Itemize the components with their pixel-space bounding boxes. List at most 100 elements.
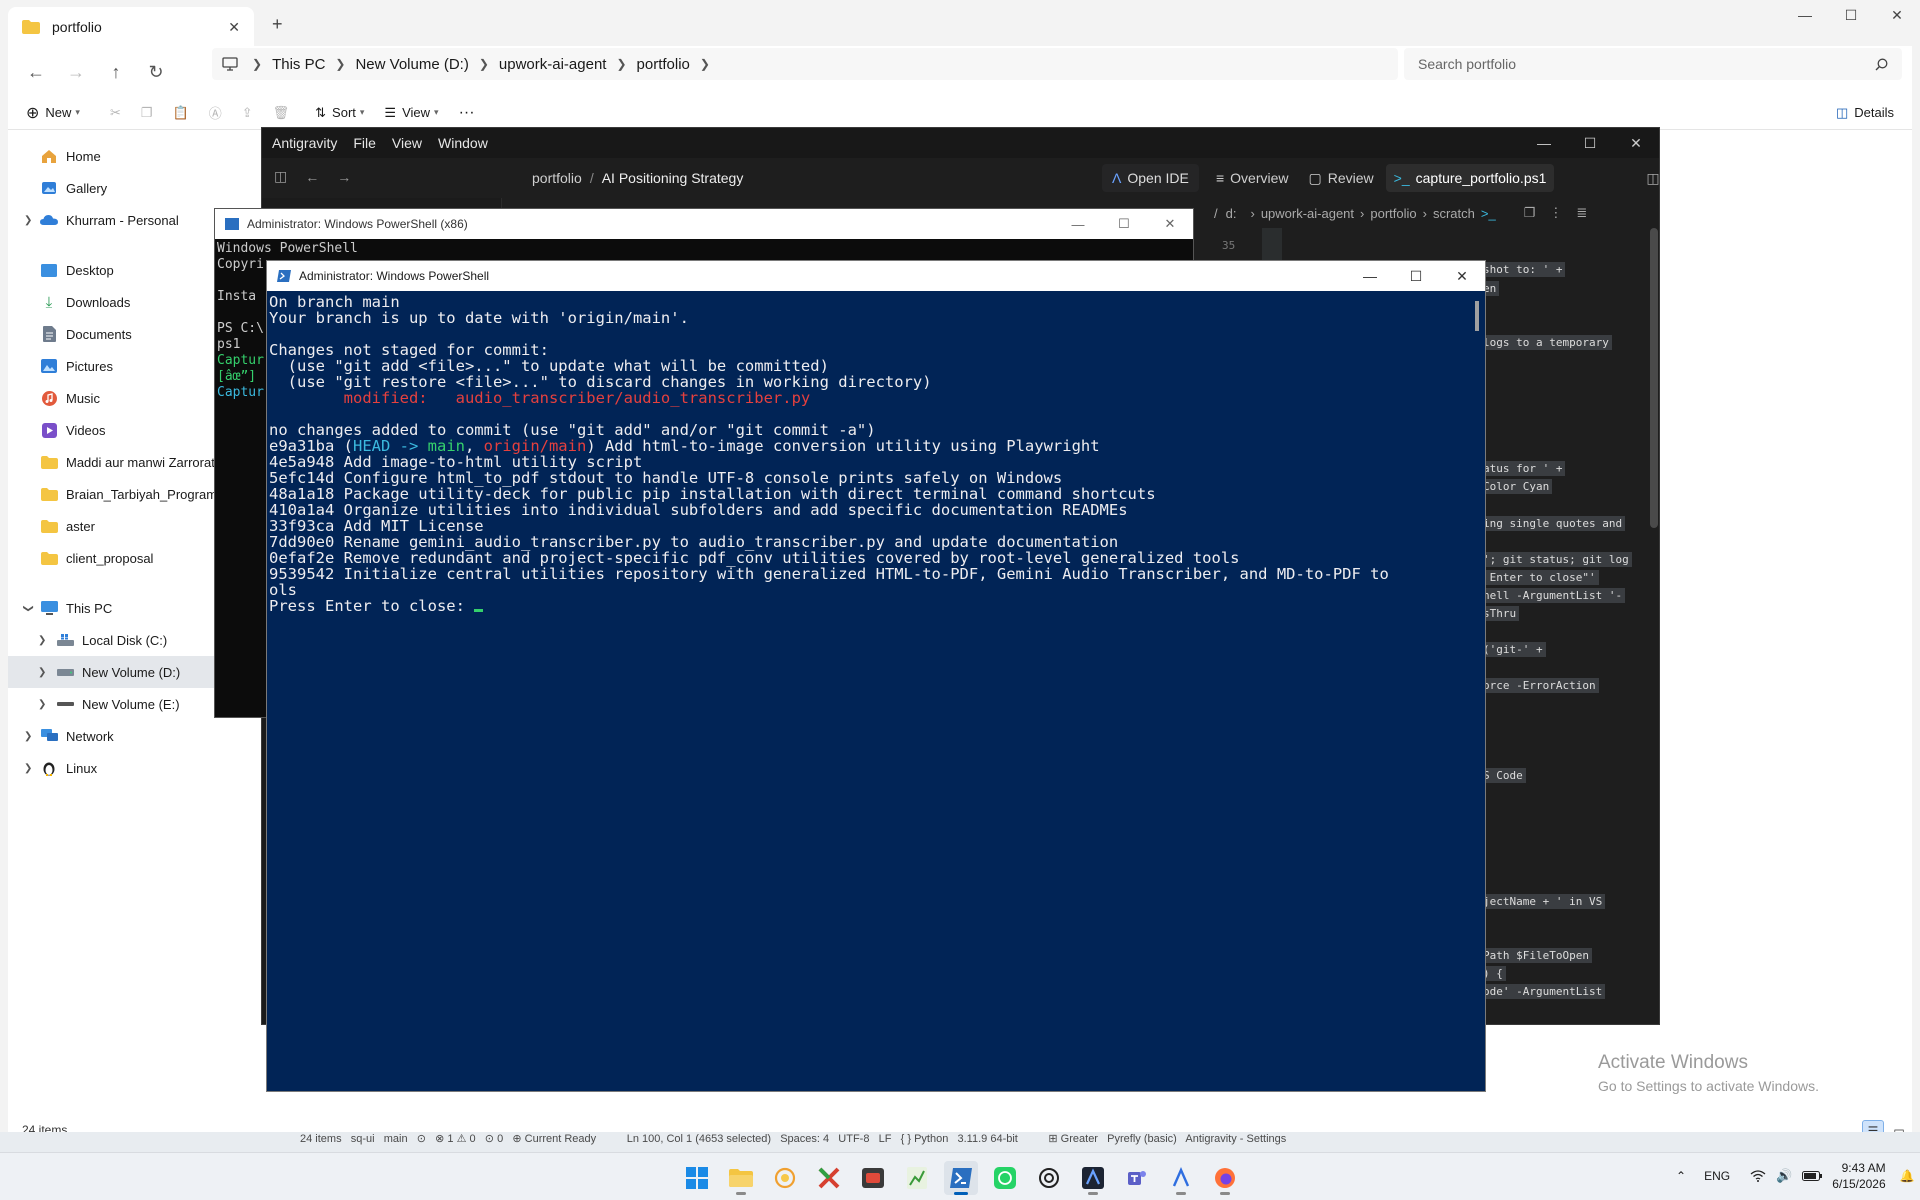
ps86-line: Captur xyxy=(217,385,264,400)
breadcrumb-upwork[interactable]: upwork-ai-agent xyxy=(499,56,607,73)
address-bar[interactable]: ❯ This PC ❯ New Volume (D:) ❯ upwork-ai-… xyxy=(212,48,1398,80)
chevron-right-icon[interactable]: ❯ xyxy=(24,731,32,742)
minimap-icon[interactable]: ≣ xyxy=(1576,205,1587,221)
sort-button[interactable]: ⇅ Sort ▾ xyxy=(305,96,374,130)
chart-app-icon xyxy=(907,1167,927,1189)
menu-file[interactable]: File xyxy=(353,135,376,151)
minimize-button[interactable]: — xyxy=(1521,128,1567,158)
close-tab-icon[interactable]: ✕ xyxy=(228,19,240,36)
chevron-right-icon[interactable]: ❯ xyxy=(38,635,46,646)
new-button[interactable]: ⊕ New ▾ xyxy=(16,96,90,130)
paste-icon[interactable]: 📋 xyxy=(163,96,199,130)
powershell-console[interactable]: On branch main Your branch is up to date… xyxy=(267,291,1467,1091)
taskbar-teams[interactable] xyxy=(1120,1161,1154,1195)
taskbar-openai[interactable] xyxy=(1032,1161,1066,1195)
chevron-right-icon[interactable]: ❯ xyxy=(38,699,46,710)
share-icon[interactable]: ⇪ xyxy=(232,96,263,130)
ps86-line: PS C:\ xyxy=(217,321,264,336)
chevron-right-icon[interactable]: ❯ xyxy=(24,215,32,226)
cut-icon[interactable]: ✂ xyxy=(100,96,131,130)
breadcrumb-project[interactable]: portfolio xyxy=(532,170,582,186)
editor-crumb-root[interactable]: / xyxy=(1214,206,1218,221)
taskbar-firefox[interactable] xyxy=(1208,1161,1242,1195)
maximize-button[interactable]: ☐ xyxy=(1567,128,1613,158)
close-button[interactable]: ✕ xyxy=(1147,209,1193,239)
more-options-button[interactable]: ··· xyxy=(449,96,485,130)
editor-crumb-scratch[interactable]: scratch xyxy=(1433,206,1475,221)
taskbar-xmind[interactable] xyxy=(812,1161,846,1195)
tab-title: portfolio xyxy=(52,19,102,35)
folder-icon xyxy=(40,549,58,567)
forward-arrow-icon[interactable]: → xyxy=(337,169,351,185)
editor-crumb-upwork[interactable]: upwork-ai-agent xyxy=(1261,206,1354,221)
taskbar-whatsapp[interactable] xyxy=(988,1161,1022,1195)
explorer-tab[interactable]: portfolio ✕ xyxy=(8,7,254,47)
taskbar-file-explorer[interactable] xyxy=(724,1161,758,1195)
close-button[interactable]: ✕ xyxy=(1613,128,1659,158)
sidebar-toggle-icon[interactable]: ◫ xyxy=(274,168,287,185)
clock[interactable]: 9:43 AM 6/15/2026 xyxy=(1832,1160,1885,1192)
breadcrumb-drive-d[interactable]: New Volume (D:) xyxy=(355,56,468,73)
rename-icon[interactable]: Ⓐ xyxy=(199,96,232,130)
commit-line: 48a1a18 Package utility-deck for public … xyxy=(269,485,1156,503)
console-scrollbar[interactable] xyxy=(1475,301,1479,331)
minimize-button[interactable]: — xyxy=(1782,0,1828,30)
menu-antigravity[interactable]: Antigravity xyxy=(272,135,337,151)
nav-home[interactable]: Home xyxy=(8,140,278,172)
chevron-up-icon[interactable]: ⌃ xyxy=(1676,1169,1686,1183)
up-arrow-icon[interactable]: ↑ xyxy=(96,52,136,92)
close-button[interactable]: ✕ xyxy=(1874,0,1920,30)
chevron-right-icon[interactable]: ❯ xyxy=(38,667,46,678)
wifi-icon[interactable] xyxy=(1750,1170,1766,1182)
chevron-right-icon[interactable]: ❯ xyxy=(24,763,32,774)
taskbar-app-red[interactable] xyxy=(856,1161,890,1195)
taskbar-powershell[interactable] xyxy=(944,1161,978,1195)
refresh-icon[interactable]: ↻ xyxy=(136,52,176,92)
editor-scrollbar[interactable] xyxy=(1650,228,1658,528)
minimize-button[interactable]: — xyxy=(1347,261,1393,291)
menu-window[interactable]: Window xyxy=(438,135,488,151)
editor-crumb-drive[interactable]: d: xyxy=(1226,206,1237,221)
taskbar-antigravity[interactable] xyxy=(1076,1161,1110,1195)
nav-network[interactable]: ❯ Network xyxy=(8,720,278,752)
copy-icon[interactable]: ❐ xyxy=(131,96,163,130)
menu-view[interactable]: View xyxy=(392,135,422,151)
forward-arrow-icon[interactable]: → xyxy=(56,52,96,92)
open-ide-button[interactable]: Λ Open IDE xyxy=(1102,164,1199,192)
view-button[interactable]: ☰ View ▾ xyxy=(374,96,448,130)
delete-icon[interactable]: 🗑 xyxy=(263,96,300,130)
nav-gallery[interactable]: Gallery xyxy=(8,172,278,204)
editor-crumb-portfolio[interactable]: portfolio xyxy=(1370,206,1416,221)
search-input[interactable]: Search portfolio xyxy=(1404,48,1902,80)
breadcrumb-page[interactable]: AI Positioning Strategy xyxy=(602,170,744,186)
new-tab-button[interactable]: + xyxy=(272,14,283,35)
battery-icon[interactable] xyxy=(1802,1171,1823,1181)
maximize-button[interactable]: ☐ xyxy=(1101,209,1147,239)
more-actions-icon[interactable]: ⋮ xyxy=(1549,205,1562,221)
taskbar-antigravity-2[interactable] xyxy=(1164,1161,1198,1195)
split-editor-icon[interactable]: ❐ xyxy=(1524,205,1536,221)
minimize-button[interactable]: — xyxy=(1055,209,1101,239)
chevron-right-icon: ❯ xyxy=(335,57,346,71)
back-arrow-icon[interactable]: ← xyxy=(305,169,319,185)
breadcrumb-this-pc[interactable]: This PC xyxy=(272,56,325,73)
back-arrow-icon[interactable]: ← xyxy=(16,52,56,92)
nav-linux[interactable]: ❯ Linux xyxy=(8,752,278,784)
start-button[interactable] xyxy=(680,1161,714,1195)
details-button[interactable]: ◫ Details xyxy=(1826,96,1904,130)
notification-bell-icon[interactable]: 🔔 xyxy=(1900,1169,1915,1183)
taskbar-chatgpt-app[interactable] xyxy=(768,1161,802,1195)
panel-toggle-icon[interactable]: ◫ xyxy=(1646,170,1659,187)
tab-overview[interactable]: ≡ Overview xyxy=(1208,164,1297,192)
taskbar-app-chart[interactable] xyxy=(900,1161,934,1195)
close-button[interactable]: ✕ xyxy=(1439,261,1485,291)
language-indicator[interactable]: ENG xyxy=(1704,1169,1730,1183)
breadcrumb-portfolio[interactable]: portfolio xyxy=(637,56,690,73)
tab-capture-portfolio[interactable]: >_ capture_portfolio.ps1 xyxy=(1385,164,1555,192)
chevron-down-icon[interactable]: ❯ xyxy=(23,604,34,612)
tab-review[interactable]: ▢ Review xyxy=(1301,164,1382,192)
maximize-button[interactable]: ☐ xyxy=(1828,0,1874,30)
maximize-button[interactable]: ☐ xyxy=(1393,261,1439,291)
volume-icon[interactable]: 🔊 xyxy=(1776,1168,1792,1184)
